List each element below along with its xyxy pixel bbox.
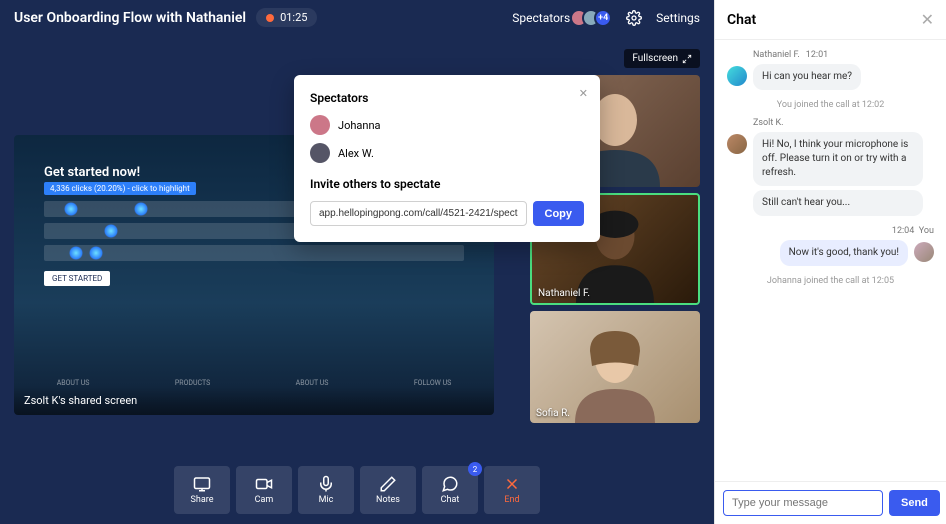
system-message: Johanna joined the call at 12:05 [727, 276, 934, 286]
notes-button[interactable]: Notes [360, 466, 416, 514]
avatar-icon [310, 115, 330, 135]
chat-bubble: Still can't hear you... [753, 190, 923, 216]
chat-panel: Chat ✕ Nathaniel F. 12:01 Hi can you hea… [714, 0, 946, 524]
chat-bubble: Hi! No, I think your microphone is off. … [753, 132, 923, 186]
close-icon[interactable]: ✕ [579, 87, 588, 100]
spectators-popup: ✕ Spectators Johanna Alex W. Invite othe… [294, 75, 600, 242]
expand-icon [682, 54, 692, 64]
call-main: User Onboarding Flow with Nathaniel 01:2… [0, 0, 714, 524]
shared-screen-label: Zsolt K's shared screen [14, 386, 494, 415]
avatar-icon [914, 242, 934, 262]
video-tile[interactable]: Sofia R. [530, 311, 700, 423]
invite-label: Invite others to spectate [310, 177, 584, 191]
ss-cta: GET STARTED [44, 271, 110, 286]
cam-button[interactable]: Cam [236, 466, 292, 514]
system-message: You joined the call at 12:02 [727, 100, 934, 110]
spectators-label: Spectators [512, 11, 570, 25]
msg-author: Zsolt K. [753, 118, 784, 128]
chat-input-row: Send [715, 481, 946, 524]
fullscreen-button[interactable]: Fullscreen [624, 49, 700, 68]
avatar-plus-count: +4 [594, 9, 612, 27]
msg-author: You [919, 226, 934, 236]
video-tile-name: Sofia R. [536, 408, 570, 419]
chat-input[interactable] [723, 490, 883, 516]
chat-badge: 2 [468, 462, 482, 476]
mic-button[interactable]: Mic [298, 466, 354, 514]
avatar-stack: +4 [576, 9, 612, 27]
spectator-name: Johanna [338, 119, 381, 132]
chat-bubble: Hi can you hear me? [753, 64, 861, 90]
chat-header: Chat ✕ [715, 0, 946, 40]
record-dot-icon [266, 14, 274, 22]
msg-time: 12:04 [892, 226, 914, 236]
copy-button[interactable]: Copy [533, 201, 585, 226]
chat-bubble: Now it's good, thank you! [780, 240, 908, 266]
video-tile-name: Nathaniel F. [538, 288, 590, 299]
spectators-pill[interactable]: Spectators +4 [512, 9, 612, 27]
call-title: User Onboarding Flow with Nathaniel [14, 10, 246, 26]
send-button[interactable]: Send [889, 490, 940, 516]
screen-icon [193, 475, 211, 493]
settings-link[interactable]: Settings [656, 11, 700, 25]
mic-icon [317, 475, 335, 493]
camera-icon [255, 475, 273, 493]
avatar-icon [727, 134, 747, 154]
share-button[interactable]: Share [174, 466, 230, 514]
end-button[interactable]: End [484, 466, 540, 514]
chat-icon [441, 475, 459, 493]
invite-url-input[interactable] [310, 201, 527, 226]
popup-title: Spectators [310, 91, 584, 105]
recording-indicator[interactable]: 01:25 [256, 8, 317, 27]
topbar-right: Spectators +4 Settings [512, 9, 700, 27]
msg-author: Nathaniel F. [753, 50, 800, 60]
chat-body[interactable]: Nathaniel F. 12:01 Hi can you hear me? Y… [715, 40, 946, 481]
gear-icon [626, 10, 642, 26]
avatar-icon [727, 66, 747, 86]
spectator-name: Alex W. [338, 147, 374, 160]
spectator-row: Alex W. [310, 143, 584, 163]
pencil-icon [379, 475, 397, 493]
close-icon[interactable]: ✕ [921, 10, 934, 29]
chat-title: Chat [727, 12, 756, 28]
close-icon [503, 475, 521, 493]
avatar-icon [310, 143, 330, 163]
topbar: User Onboarding Flow with Nathaniel 01:2… [0, 0, 714, 35]
ss-badge: 4,336 clicks (20.20%) - click to highlig… [44, 182, 196, 195]
call-toolbar: Share Cam Mic Notes 2 Chat End [174, 466, 540, 514]
recording-time: 01:25 [280, 11, 307, 24]
msg-time: 12:01 [806, 50, 828, 60]
content-area: Fullscreen Get started now! 4,336 clicks… [0, 35, 714, 524]
chat-button[interactable]: 2 Chat [422, 466, 478, 514]
spectator-row: Johanna [310, 115, 584, 135]
